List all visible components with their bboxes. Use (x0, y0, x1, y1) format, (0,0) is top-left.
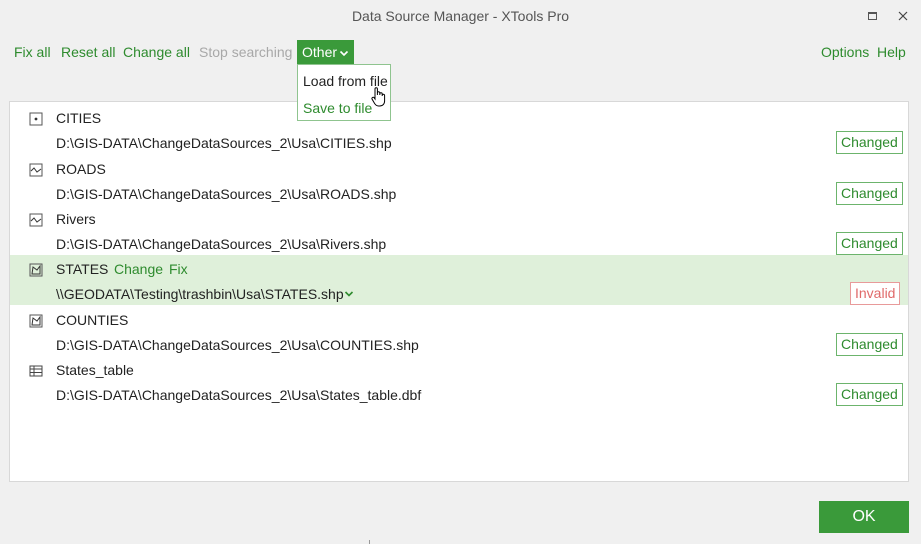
options-link[interactable]: Options (821, 44, 869, 60)
window-divider (369, 540, 370, 544)
close-icon (898, 11, 908, 20)
help-link[interactable]: Help (877, 44, 906, 60)
layer-name: Rivers (56, 211, 96, 227)
other-menu-label: Other (302, 44, 338, 60)
status-badge: Changed (836, 333, 903, 356)
layer-name: STATES (56, 261, 109, 277)
status-badge: Invalid (850, 282, 901, 305)
layer-path: D:\GIS-DATA\ChangeDataSources_2\Usa\Stat… (56, 387, 422, 403)
change-source-link[interactable]: Change (114, 261, 163, 277)
stop-searching-link[interactable]: Stop searching (199, 44, 292, 60)
layer-path: \\GEODATA\Testing\trashbin\Usa\STATES.sh… (56, 286, 344, 302)
save-to-file-item[interactable]: Save to file (303, 100, 372, 116)
status-badge: Changed (836, 383, 903, 406)
table-icon (29, 365, 43, 377)
change-all-link[interactable]: Change all (123, 44, 190, 60)
ok-button[interactable]: OK (819, 501, 909, 533)
layer-row-states-table[interactable]: States_table D:\GIS-DATA\ChangeDataSourc… (10, 356, 908, 406)
maximize-icon (867, 11, 877, 20)
layer-row-roads[interactable]: ROADS D:\GIS-DATA\ChangeDataSources_2\Us… (10, 155, 908, 205)
layer-name: States_table (56, 362, 134, 378)
other-menu-button[interactable]: Other (297, 40, 354, 65)
maximize-button[interactable] (857, 0, 887, 30)
hand-cursor-icon (371, 87, 386, 107)
layer-row-states[interactable]: STATES Change Fix \\GEODATA\Testing\tras… (10, 255, 908, 305)
chevron-down-icon[interactable] (343, 288, 355, 300)
layer-path: D:\GIS-DATA\ChangeDataSources_2\Usa\CITI… (56, 135, 392, 151)
status-badge: Changed (836, 182, 903, 205)
data-sources-list[interactable]: CITIES D:\GIS-DATA\ChangeDataSources_2\U… (9, 101, 909, 482)
layer-path: D:\GIS-DATA\ChangeDataSources_2\Usa\ROAD… (56, 186, 397, 202)
layer-path: D:\GIS-DATA\ChangeDataSources_2\Usa\COUN… (56, 337, 419, 353)
point-layer-icon (29, 112, 43, 126)
layer-row-rivers[interactable]: Rivers D:\GIS-DATA\ChangeDataSources_2\U… (10, 205, 908, 255)
polygon-layer-icon (29, 314, 43, 328)
layer-name: CITIES (56, 110, 102, 126)
polygon-layer-icon (29, 263, 43, 277)
line-layer-icon (29, 213, 43, 227)
line-layer-icon (29, 163, 43, 177)
layer-path: D:\GIS-DATA\ChangeDataSources_2\Usa\Rive… (56, 236, 387, 252)
window-title: Data Source Manager - XTools Pro (351, 8, 570, 24)
chevron-down-icon (339, 51, 349, 57)
status-badge: Changed (836, 131, 903, 154)
layer-name: ROADS (56, 161, 106, 177)
status-badge: Changed (836, 232, 903, 255)
layer-name: COUNTIES (56, 312, 129, 328)
layer-row-counties[interactable]: COUNTIES D:\GIS-DATA\ChangeDataSources_2… (10, 306, 908, 356)
fix-all-link[interactable]: Fix all (14, 44, 51, 60)
reset-all-link[interactable]: Reset all (61, 44, 115, 60)
close-button[interactable] (888, 0, 918, 30)
layer-row-cities[interactable]: CITIES D:\GIS-DATA\ChangeDataSources_2\U… (10, 104, 908, 154)
fix-source-link[interactable]: Fix (169, 261, 188, 277)
